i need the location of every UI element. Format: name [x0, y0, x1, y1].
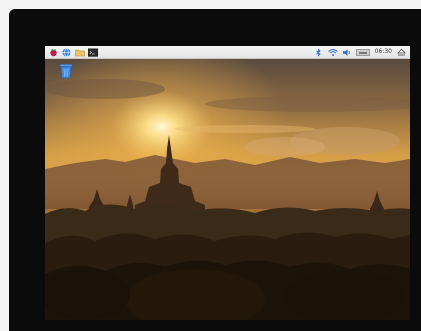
bluetooth-icon[interactable] — [314, 47, 323, 57]
raspberry-menu-icon[interactable] — [49, 48, 58, 57]
taskbar: 06:30 — [45, 46, 410, 59]
wastebasket-icon[interactable] — [59, 63, 73, 79]
web-browser-icon[interactable] — [62, 47, 71, 57]
wifi-icon[interactable] — [327, 48, 338, 57]
cpu-monitor-icon[interactable] — [355, 48, 370, 56]
desktop-wallpaper — [45, 59, 410, 320]
clock[interactable]: 06:30 — [375, 46, 392, 58]
volume-icon[interactable] — [342, 48, 351, 57]
eject-icon[interactable] — [397, 48, 406, 57]
monitor-bezel: 06:30 — [9, 9, 421, 331]
system-tray: 06:30 — [309, 46, 406, 58]
desktop-screen: 06:30 — [45, 46, 410, 320]
file-manager-icon[interactable] — [75, 48, 85, 57]
terminal-icon[interactable] — [88, 48, 98, 57]
